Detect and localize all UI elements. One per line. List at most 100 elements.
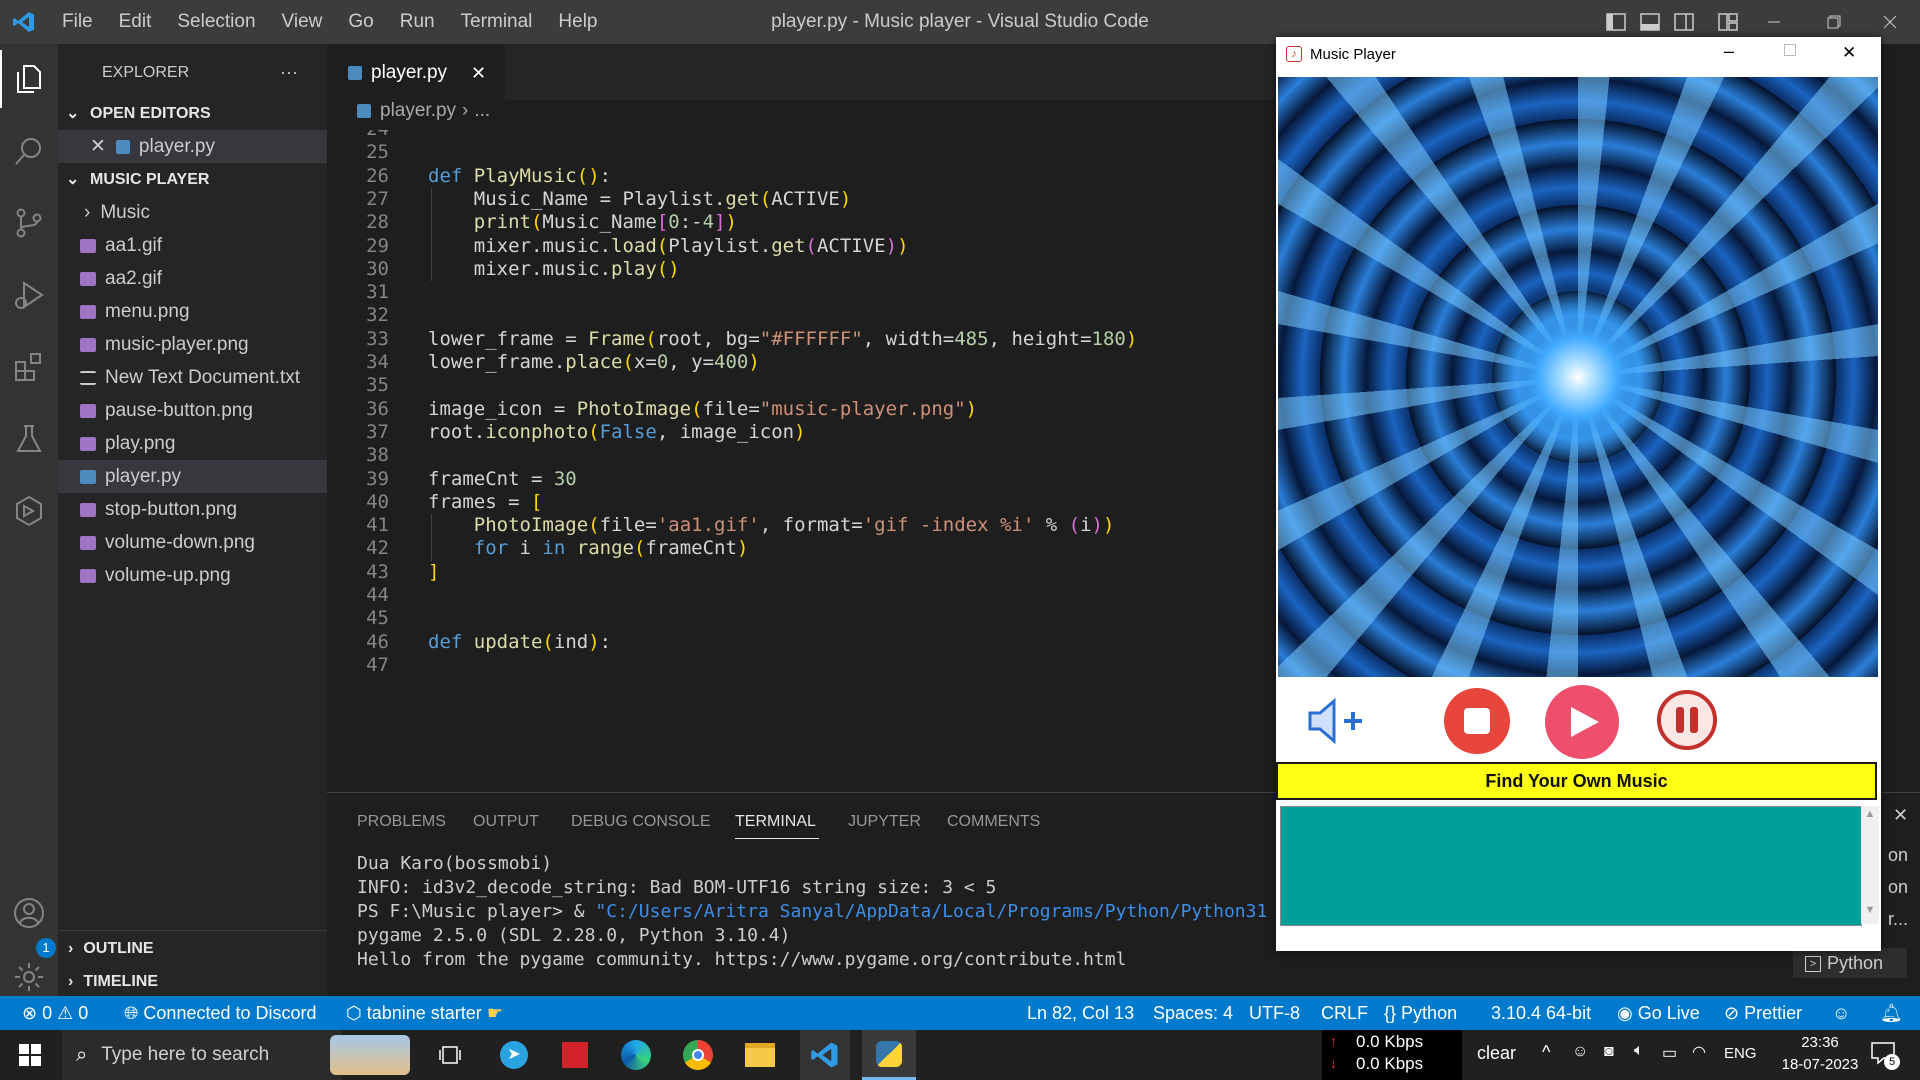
- code-line[interactable]: print(Music_Name[0:-4]): [428, 211, 737, 233]
- find-music-button[interactable]: Find Your Own Music: [1276, 762, 1877, 800]
- mp-maximize-icon[interactable]: [1784, 44, 1796, 56]
- amd-app-icon[interactable]: [553, 1030, 597, 1080]
- search-highlight-icon[interactable]: [320, 1030, 420, 1080]
- explorer-icon[interactable]: [0, 50, 58, 108]
- clock-date[interactable]: 18-07-2023: [1770, 1056, 1870, 1073]
- tab-output[interactable]: OUTPUT: [473, 813, 539, 831]
- breadcrumb-more[interactable]: ...: [474, 100, 490, 121]
- tab-player-py[interactable]: player.py ✕: [327, 44, 505, 101]
- code-line[interactable]: def PlayMusic():: [428, 165, 611, 187]
- discord-tray-icon[interactable]: ☺: [1572, 1043, 1588, 1061]
- file-item[interactable]: aa2.gif: [58, 262, 327, 295]
- tab-terminal[interactable]: TERMINAL: [735, 813, 816, 831]
- code-line[interactable]: frameCnt = 30: [428, 468, 577, 490]
- playlist-listbox[interactable]: [1280, 806, 1862, 926]
- python-taskbar-icon[interactable]: [862, 1030, 916, 1080]
- run-debug-icon[interactable]: [0, 266, 58, 324]
- file-item[interactable]: music-player.png: [58, 328, 327, 361]
- close-editor-icon[interactable]: ✕: [90, 136, 106, 157]
- indentation[interactable]: Spaces: 4: [1153, 996, 1233, 1030]
- file-item[interactable]: menu.png: [58, 295, 327, 328]
- timeline-header[interactable]: › TIMELINE: [58, 965, 327, 998]
- scroll-down-icon[interactable]: ▼: [1861, 904, 1879, 916]
- pause-button[interactable]: [1657, 690, 1717, 750]
- weather-text[interactable]: clear: [1477, 1043, 1516, 1064]
- language-indicator[interactable]: ENG: [1724, 1045, 1757, 1062]
- menu-file[interactable]: File: [62, 11, 93, 33]
- tabnine-status[interactable]: ⬡ tabnine starter ☛: [346, 996, 503, 1030]
- menu-help[interactable]: Help: [558, 11, 597, 33]
- menu-selection[interactable]: Selection: [177, 11, 255, 33]
- battery-tray-icon[interactable]: ▭: [1662, 1043, 1677, 1063]
- tab-problems[interactable]: PROBLEMS: [357, 813, 446, 831]
- go-live[interactable]: ◉ Go Live: [1617, 996, 1700, 1030]
- play-button[interactable]: [1545, 685, 1619, 759]
- stop-button[interactable]: [1444, 688, 1510, 754]
- clock-time[interactable]: 23:36: [1770, 1034, 1870, 1051]
- start-button[interactable]: [10, 1030, 50, 1080]
- tab-comments[interactable]: COMMENTS: [947, 813, 1040, 831]
- end-of-line[interactable]: CRLF: [1321, 996, 1368, 1030]
- source-control-icon[interactable]: [0, 194, 58, 252]
- telegram-icon[interactable]: ➤: [492, 1030, 536, 1080]
- code-line[interactable]: def update(ind):: [428, 631, 611, 653]
- notification-center-icon[interactable]: 5: [1870, 1040, 1900, 1070]
- chrome-browser-icon[interactable]: [676, 1030, 720, 1080]
- code-line[interactable]: lower_frame = Frame(root, bg="#FFFFFF", …: [428, 328, 1137, 350]
- tab-jupyter[interactable]: JUPYTER: [848, 813, 921, 831]
- code-line[interactable]: mixer.music.load(Playlist.get(ACTIVE)): [428, 235, 909, 257]
- notifications-bell-icon[interactable]: 🔔︎: [1880, 996, 1903, 1030]
- explorer-more-button[interactable]: ···: [280, 56, 310, 89]
- code-line[interactable]: PhotoImage(file='aa1.gif', format='gif -…: [428, 514, 1115, 536]
- code-line[interactable]: frames = [: [428, 491, 542, 513]
- scroll-up-icon[interactable]: ▲: [1861, 808, 1879, 820]
- volume-tray-icon[interactable]: 🔈︎: [1634, 1042, 1644, 1060]
- extensions-icon[interactable]: [0, 338, 58, 396]
- file-item[interactable]: volume-up.png: [58, 559, 327, 592]
- menu-terminal[interactable]: Terminal: [461, 11, 533, 33]
- accounts-icon[interactable]: [0, 884, 58, 942]
- testing-icon[interactable]: [0, 410, 58, 468]
- volume-up-button[interactable]: [1306, 693, 1370, 749]
- code-line[interactable]: lower_frame.place(x=0, y=400): [428, 351, 760, 373]
- wifi-tray-icon[interactable]: ◠: [1692, 1042, 1706, 1062]
- vscode-taskbar-icon[interactable]: [800, 1030, 850, 1080]
- code-line[interactable]: for i in range(frameCnt): [428, 537, 749, 559]
- menu-go[interactable]: Go: [348, 11, 373, 33]
- code-line[interactable]: image_icon = PhotoImage(file="music-play…: [428, 398, 977, 420]
- edge-browser-icon[interactable]: [614, 1030, 658, 1080]
- code-line[interactable]: mixer.music.play(): [428, 258, 680, 280]
- file-item[interactable]: stop-button.png: [58, 493, 327, 526]
- close-panel-icon[interactable]: ✕: [1893, 805, 1908, 826]
- outline-header[interactable]: › OUTLINE: [58, 932, 327, 965]
- file-item[interactable]: New Text Document.txt: [58, 361, 327, 394]
- task-view-icon[interactable]: [430, 1030, 470, 1080]
- terminal-instance-python[interactable]: > Python: [1793, 948, 1907, 978]
- webcam-tray-icon[interactable]: ◙: [1604, 1043, 1614, 1061]
- feedback-icon[interactable]: ☺: [1832, 996, 1850, 1030]
- encoding[interactable]: UTF-8: [1249, 996, 1300, 1030]
- language-mode[interactable]: {} Python: [1384, 996, 1457, 1030]
- music-player-titlebar[interactable]: ♪ Music Player – ✕: [1276, 37, 1881, 73]
- file-item[interactable]: player.py: [58, 460, 327, 493]
- folder-item-music[interactable]: › Music: [58, 196, 327, 229]
- interpreter[interactable]: 3.10.4 64-bit: [1491, 996, 1591, 1030]
- file-item[interactable]: aa1.gif: [58, 229, 327, 262]
- search-box[interactable]: ⌕ Type here to search: [62, 1030, 342, 1080]
- playlist-scrollbar[interactable]: ▲ ▼: [1861, 806, 1879, 924]
- menu-run[interactable]: Run: [400, 11, 435, 33]
- file-item[interactable]: pause-button.png: [58, 394, 327, 427]
- breadcrumb-file[interactable]: player.py: [380, 100, 456, 121]
- code-line[interactable]: root.iconphoto(False, image_icon): [428, 421, 806, 443]
- show-hidden-icons-chevron-icon[interactable]: ^: [1542, 1042, 1550, 1063]
- code-line[interactable]: ]: [428, 561, 439, 583]
- discord-status[interactable]: 🌐︎ Connected to Discord: [124, 996, 317, 1030]
- open-editors-header[interactable]: ⌄ OPEN EDITORS: [58, 97, 327, 130]
- search-icon[interactable]: [0, 122, 58, 180]
- mp-close-icon[interactable]: ✕: [1842, 43, 1856, 63]
- remote-explorer-icon[interactable]: [0, 482, 58, 540]
- code-editor[interactable]: 242526 def PlayMusic(): 27 Music_Name = Pl…: [327, 130, 1277, 792]
- mp-minimize-icon[interactable]: –: [1724, 41, 1734, 62]
- music-player-folder-header[interactable]: ⌄ MUSIC PLAYER: [58, 163, 327, 196]
- file-item[interactable]: volume-down.png: [58, 526, 327, 559]
